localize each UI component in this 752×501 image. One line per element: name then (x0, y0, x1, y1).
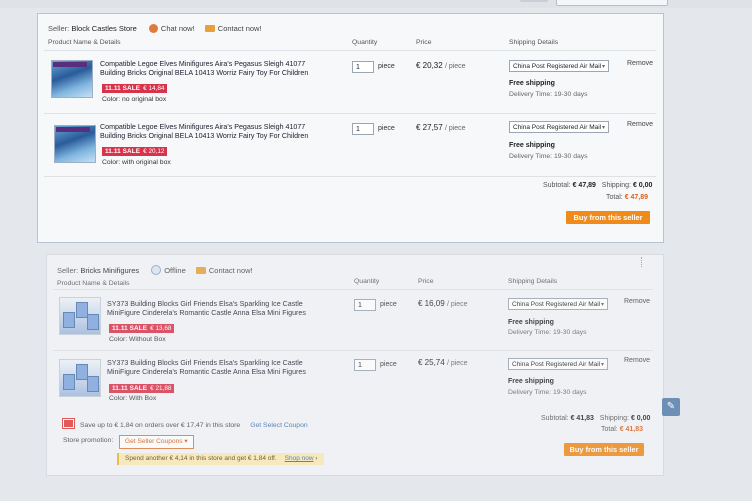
divider (44, 50, 656, 51)
drag-handle (641, 257, 644, 267)
contact-now-link[interactable]: Contact now! (218, 24, 262, 33)
remove-link[interactable]: Remove (624, 298, 650, 305)
divider (53, 350, 653, 351)
col-shipping: Shipping Details (508, 278, 558, 285)
quantity-input[interactable]: 1 (352, 123, 374, 135)
spend-promo-bar: Spend another € 4,14 in this store and g… (117, 453, 324, 465)
item-price: € 16,09 / piece (418, 299, 468, 308)
edit-pencil-icon[interactable]: ✎ (662, 398, 680, 416)
quantity-input[interactable]: 1 (354, 359, 376, 371)
col-product: Product Name & Details (48, 39, 121, 46)
sale-badge: 11.11 SALE € 14,84 (102, 84, 168, 93)
item-color: Color: Without Box (109, 336, 166, 343)
free-shipping-label: Free shipping (509, 142, 555, 149)
store-card-block-castles: Seller: Block Castles Store Chat now! Co… (37, 13, 664, 243)
item-price: € 27,57 / piece (416, 123, 466, 132)
shipping-method-select[interactable]: China Post Registered Air Mail ▾ (508, 298, 608, 310)
chevron-down-icon: ▾ (600, 302, 604, 308)
product-thumbnail[interactable] (54, 125, 96, 163)
delivery-time: Delivery Time: 19-30 days (508, 389, 587, 396)
shop-now-link[interactable]: Shop now (285, 455, 314, 462)
offline-status: Offline (164, 266, 186, 275)
mail-icon (204, 25, 215, 32)
offline-icon (151, 265, 162, 275)
sale-badge: 11.11 SALE € 21,88 (109, 384, 175, 393)
divider (44, 113, 656, 114)
subtotal-row: Subtotal: € 47,89 Shipping: € 0,00 (543, 182, 653, 189)
sale-badge: 11.11 SALE € 13,68 (109, 324, 175, 333)
mail-icon (195, 267, 206, 274)
seller-label: Seller: (57, 266, 79, 275)
get-select-coupon-link[interactable]: Get Select Coupon (250, 422, 307, 429)
quantity-input[interactable]: 1 (354, 299, 376, 311)
free-shipping-label: Free shipping (509, 80, 555, 87)
chevron-right-icon: › (315, 455, 318, 462)
buy-from-seller-button[interactable]: Buy from this seller (564, 443, 644, 456)
col-shipping: Shipping Details (509, 39, 559, 46)
save-coupon-row: Save up to € 1,84 on orders over € 17,47… (62, 418, 308, 429)
col-price: Price (416, 39, 432, 46)
product-title-link[interactable]: SY373 Building Blocks Girl Friends Elsa'… (107, 359, 333, 377)
subtotal-row: Subtotal: € 41,83 Shipping: € 0,00 (541, 415, 651, 422)
divider (53, 289, 653, 290)
seller-line: Seller: Block Castles Store Chat now! Co… (48, 24, 262, 33)
quantity-input[interactable]: 1 (352, 61, 374, 73)
quantity-unit: piece (380, 361, 397, 368)
item-price: € 25,74 / piece (418, 358, 468, 367)
save-text: Save up to € 1,84 on orders over € 17,47… (80, 422, 241, 429)
item-color: Color: With Box (109, 395, 157, 402)
top-bar (0, 0, 752, 8)
item-color: Color: with original box (102, 159, 171, 166)
top-indicator (520, 0, 548, 2)
top-dropdown[interactable] (556, 0, 668, 6)
delivery-time: Delivery Time: 19-30 days (509, 91, 588, 98)
product-title-link[interactable]: SY373 Building Blocks Girl Friends Elsa'… (107, 300, 333, 318)
delivery-time: Delivery Time: 19-30 days (509, 153, 588, 160)
quantity-unit: piece (378, 63, 395, 70)
buy-from-seller-button[interactable]: Buy from this seller (566, 211, 650, 224)
remove-link[interactable]: Remove (624, 357, 650, 364)
seller-name-link[interactable]: Block Castles Store (71, 24, 136, 33)
get-seller-coupons-button[interactable]: Get Seller Coupons ▾ (119, 435, 194, 449)
free-shipping-label: Free shipping (508, 319, 554, 326)
free-shipping-label: Free shipping (508, 378, 554, 385)
product-thumbnail[interactable] (51, 60, 93, 98)
chevron-down-icon: ▾ (184, 438, 188, 445)
shipping-method-select[interactable]: China Post Registered Air Mail ▾ (509, 60, 609, 72)
product-title-link[interactable]: Compatible Legoe Elves Minifigures Aira'… (100, 60, 326, 78)
item-color: Color: no original box (102, 96, 167, 103)
chat-icon (148, 24, 158, 33)
remove-link[interactable]: Remove (627, 121, 653, 128)
col-price: Price (418, 278, 434, 285)
divider (44, 176, 656, 177)
delivery-time: Delivery Time: 19-30 days (508, 329, 587, 336)
col-quantity: Quantity (352, 39, 378, 46)
product-thumbnail[interactable] (59, 297, 101, 335)
shipping-method-select[interactable]: China Post Registered Air Mail ▾ (509, 121, 609, 133)
coupon-icon (62, 418, 75, 429)
remove-link[interactable]: Remove (627, 60, 653, 67)
col-quantity: Quantity (354, 278, 380, 285)
product-title-link[interactable]: Compatible Legoe Elves Minifigures Aira'… (100, 123, 326, 141)
chevron-down-icon: ▾ (601, 125, 605, 131)
chat-now-link[interactable]: Chat now! (161, 24, 195, 33)
store-card-bricks-minifigures: Seller: Bricks Minifigures Offline Conta… (46, 254, 664, 476)
store-promotion-label: Store promotion: (63, 437, 114, 444)
sale-badge: 11.11 SALE € 20,12 (102, 147, 168, 156)
seller-name-link[interactable]: Bricks Minifigures (80, 266, 139, 275)
item-price: € 20,32 / piece (416, 61, 466, 70)
contact-now-link[interactable]: Contact now! (209, 266, 253, 275)
shipping-method-select[interactable]: China Post Registered Air Mail ▾ (508, 358, 608, 370)
quantity-unit: piece (378, 125, 395, 132)
seller-label: Seller: (48, 24, 70, 33)
chevron-down-icon: ▾ (601, 64, 605, 70)
col-product: Product Name & Details (57, 280, 130, 287)
quantity-unit: piece (380, 301, 397, 308)
chevron-down-icon: ▾ (600, 362, 604, 368)
seller-line: Seller: Bricks Minifigures Offline Conta… (57, 265, 253, 275)
total-row: Total: € 41,83 (601, 426, 644, 433)
product-thumbnail[interactable] (59, 359, 101, 397)
total-row: Total: € 47,89 (606, 194, 649, 201)
